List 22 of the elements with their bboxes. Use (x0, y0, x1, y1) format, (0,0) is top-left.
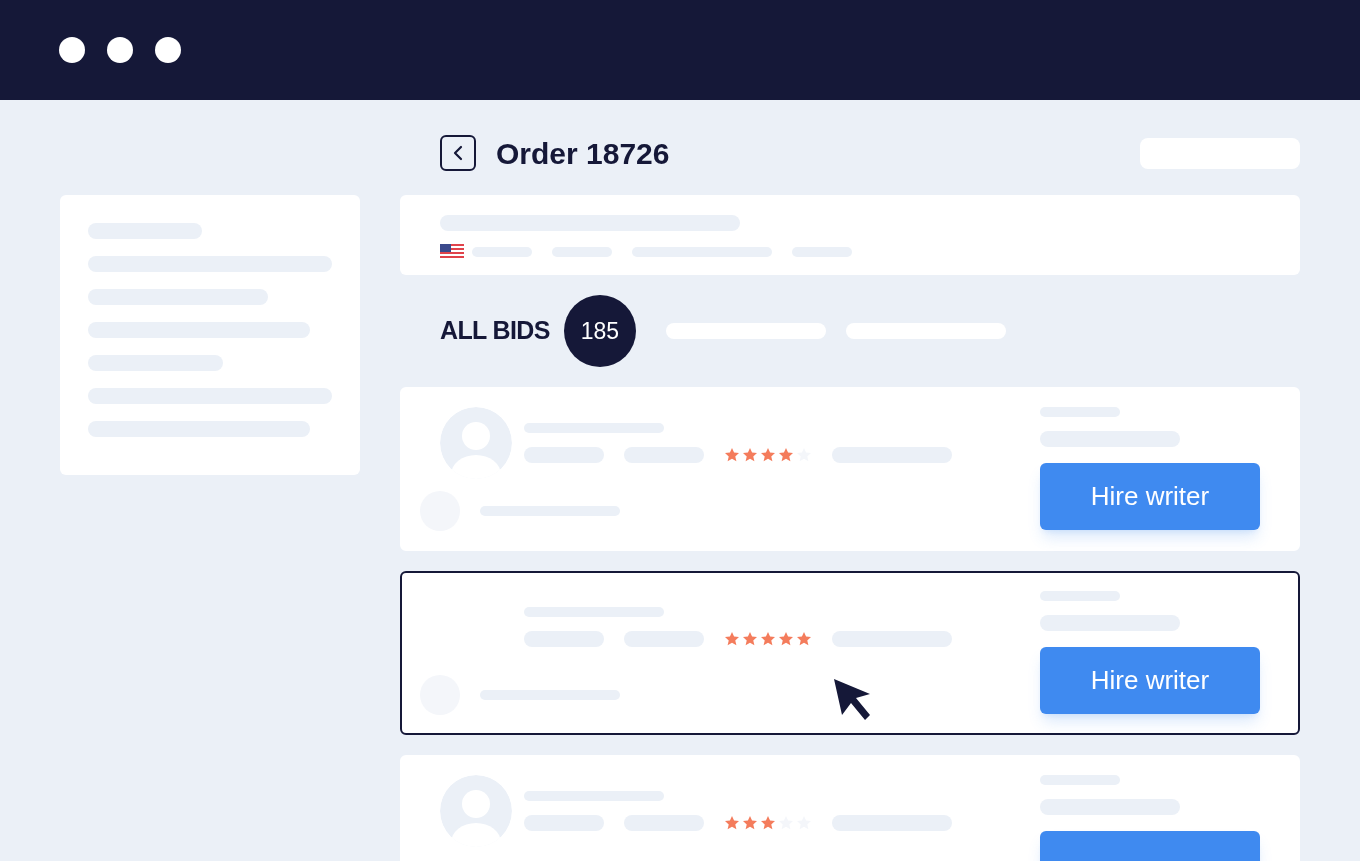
star-icon (760, 815, 776, 831)
bids-count-badge: 185 (563, 295, 636, 367)
bid-card[interactable]: Hire writer (400, 571, 1300, 735)
back-button[interactable] (440, 135, 476, 171)
star-icon (778, 631, 794, 647)
star-icon (796, 631, 812, 647)
bid-card[interactable]: Hire writer (400, 387, 1300, 551)
page-title: Order 18726 (496, 135, 670, 172)
star-icon (760, 631, 776, 647)
star-icon (724, 815, 740, 831)
flag-icon (440, 244, 464, 260)
star-icon (742, 447, 758, 463)
star-icon (778, 447, 794, 463)
star-icon (742, 815, 758, 831)
hire-writer-button[interactable]: Hire writer (1040, 463, 1260, 530)
star-icon (760, 447, 776, 463)
star-icon (724, 447, 740, 463)
bids-heading: ALL BIDS (440, 315, 550, 347)
star-icon (724, 631, 740, 647)
hire-writer-button[interactable]: Hire writer (1040, 647, 1260, 714)
star-icon (742, 631, 758, 647)
chevron-left-icon (452, 145, 464, 161)
